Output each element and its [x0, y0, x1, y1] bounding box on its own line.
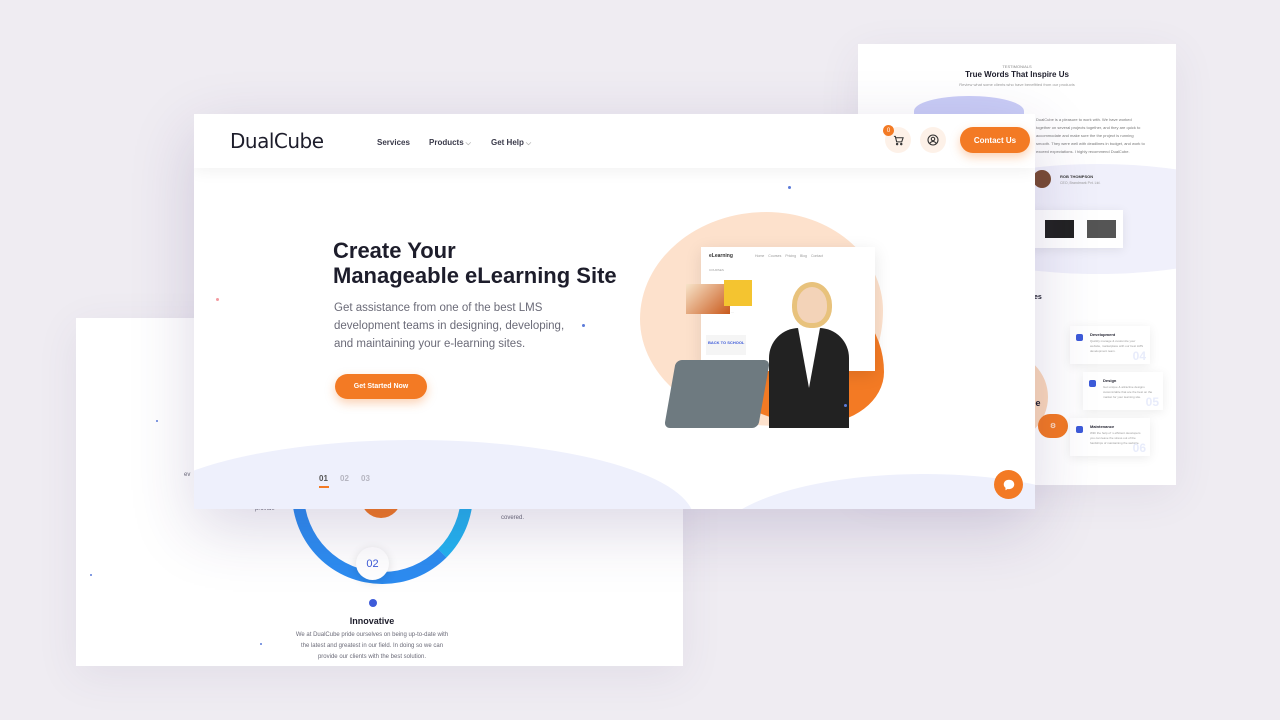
service-number: 06	[1132, 441, 1146, 455]
service-name: Development	[1090, 332, 1116, 337]
maintenance-icon	[1076, 426, 1083, 433]
hero-wave-right	[714, 474, 1035, 509]
testimonials-subtitle: Review what some clients who have benefi…	[959, 82, 1075, 87]
left-fragment-covered: covered.	[501, 515, 525, 521]
service-number: 05	[1145, 395, 1159, 409]
author-role: CEO, Brandmark Pvt. Ltd.	[1060, 181, 1101, 185]
brand-name: DualCube	[230, 129, 324, 153]
hero-description: Get assistance from one of the best LMS …	[334, 302, 565, 350]
decor-speck	[844, 404, 847, 407]
chevron-down-icon: ⌵	[465, 140, 471, 147]
decor-speck	[216, 298, 219, 301]
testimonials-title: True Words That Inspire Us	[965, 70, 1069, 79]
innovative-title: Innovative	[349, 616, 395, 626]
laptop-illustration	[664, 360, 770, 428]
slide-indicator-1[interactable]: 01	[319, 474, 328, 483]
nav-get-help[interactable]: Get Help ⌵	[491, 138, 531, 148]
account-button[interactable]	[920, 127, 946, 153]
mockup-course-tile	[706, 335, 746, 355]
author-avatar	[1033, 170, 1051, 188]
service-card-maintenance[interactable]: Maintenance With the help of ‘s efficien…	[1070, 418, 1150, 456]
nav-label: Services	[377, 138, 410, 147]
services-heading: es	[1034, 294, 1042, 301]
service-name: Design	[1103, 378, 1117, 383]
innovative-text: We at DualCube pride ourselves on being …	[295, 632, 449, 660]
cart-count-badge: 0	[883, 125, 894, 136]
step-dot	[369, 599, 377, 607]
hero-wave	[194, 440, 694, 509]
hero-page-card: DualCube Services Products ⌵ Get Help ⌵ 0 …	[194, 114, 1035, 509]
client-logo	[1045, 220, 1074, 238]
nav-label: Products	[429, 138, 464, 147]
chat-button[interactable]	[994, 470, 1023, 499]
hero-title-line2: Manageable eLearning Site	[333, 263, 617, 288]
contact-us-button[interactable]: Contact Us	[960, 127, 1030, 153]
testimonial-quote: DualCube is a pleasure to work with. We …	[1036, 117, 1145, 154]
mockup-school-label: BACK TO SCHOOL	[708, 340, 745, 345]
chevron-down-icon: ⌵	[525, 140, 532, 147]
slide-active-bar	[319, 486, 329, 488]
decor-speck	[260, 643, 262, 645]
hero-title-line1: Create Your	[333, 238, 456, 263]
slide-indicator-2[interactable]: 02	[340, 474, 349, 483]
decor-speck	[788, 186, 791, 189]
navbar: DualCube Services Products ⌵ Get Help ⌵ 0 …	[194, 114, 1035, 168]
slide-indicator-3[interactable]: 03	[361, 474, 370, 483]
decor-speck	[582, 324, 585, 327]
design-icon	[1089, 380, 1096, 387]
cart-icon	[893, 135, 904, 145]
mockup-course-tile	[724, 280, 752, 306]
user-icon	[927, 134, 939, 146]
client-logo	[1087, 220, 1116, 238]
decor-speck	[156, 420, 158, 422]
chat-icon	[1003, 479, 1014, 490]
decor-speck	[90, 574, 92, 576]
services-gear-button[interactable]: ⚙	[1038, 414, 1068, 438]
get-started-button[interactable]: Get Started Now	[335, 374, 427, 399]
service-card-development[interactable]: Development Quickly manage & customize y…	[1070, 326, 1150, 364]
testimonials-eyebrow: TESTIMONIALS	[1002, 64, 1032, 69]
nav-services[interactable]: Services	[377, 138, 410, 147]
mockup-subtitle: COURSES	[709, 268, 724, 272]
service-name: Maintenance	[1090, 424, 1115, 429]
student-head	[792, 282, 832, 328]
service-number: 04	[1132, 349, 1146, 363]
development-icon	[1076, 334, 1083, 341]
left-fragment-ev: ev	[184, 472, 191, 478]
hero-title: Create Your Manageable eLearning Site	[333, 238, 617, 288]
author-name: ROB THOMPSON	[1060, 174, 1094, 179]
nav-products[interactable]: Products ⌵	[429, 138, 471, 148]
mockup-nav: Home Courses Pricing Blog Contact	[755, 254, 824, 258]
brand-logo[interactable]: DualCube	[230, 129, 324, 153]
mockup-course-text: ·· ··· ···	[724, 310, 734, 314]
service-card-design[interactable]: Design Get unique & attractive designs c…	[1083, 372, 1163, 410]
nav-label: Get Help	[491, 138, 524, 147]
step-number: 02	[356, 547, 389, 580]
